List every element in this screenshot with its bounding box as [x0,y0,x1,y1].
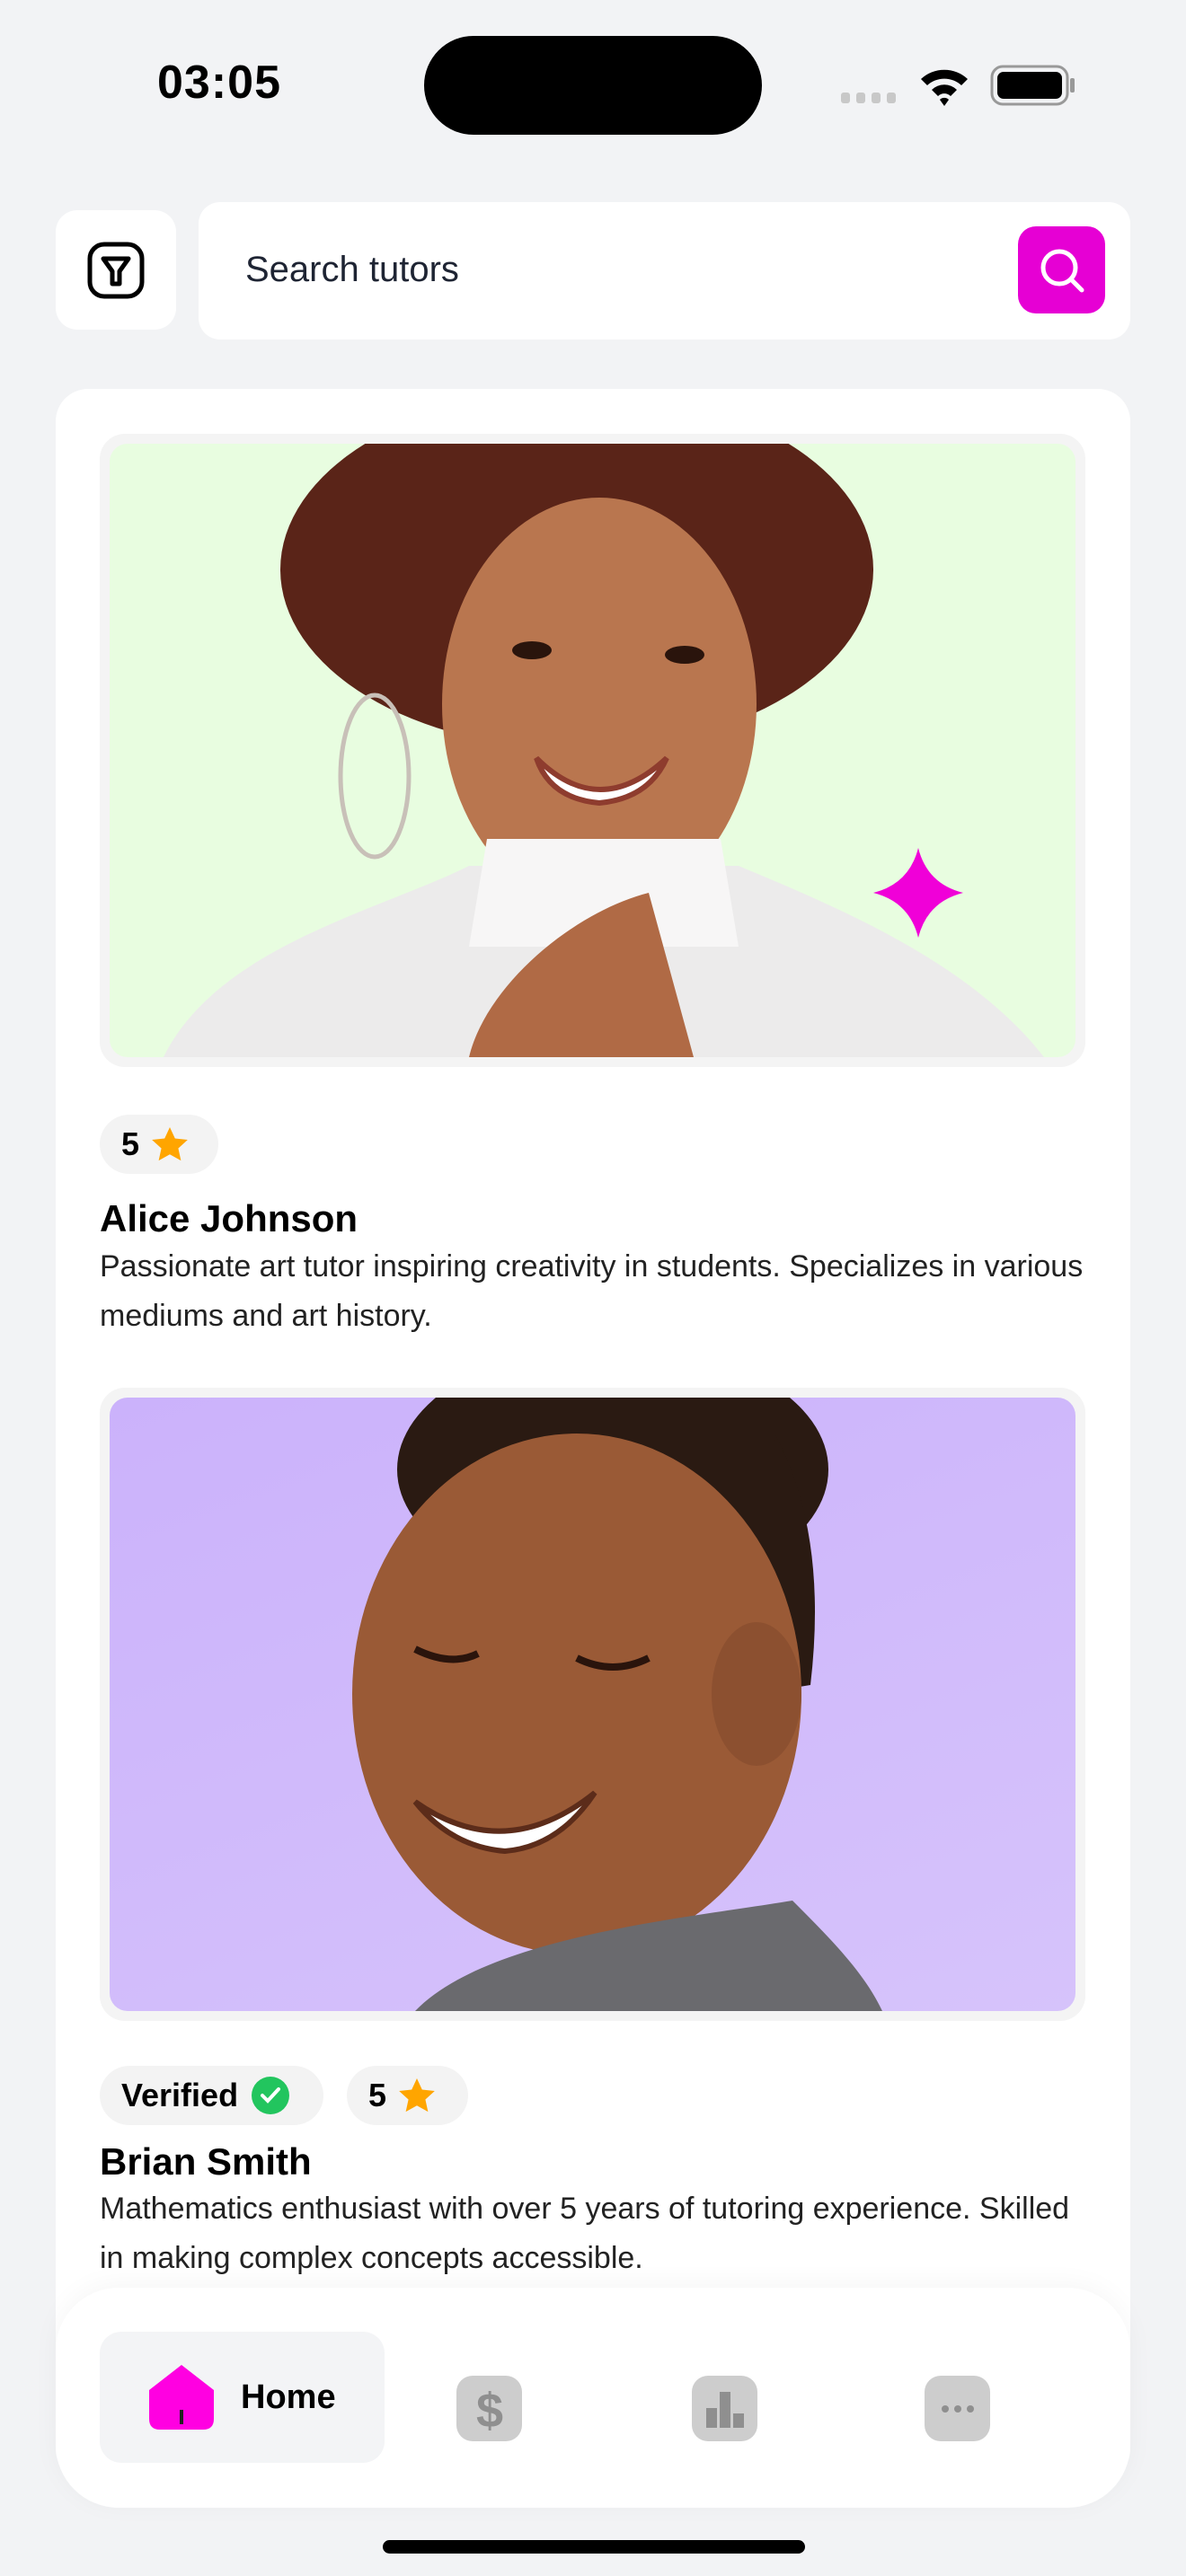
status-time: 03:05 [157,57,281,109]
cellular-signal-icon [841,93,896,103]
home-indicator [383,2540,805,2554]
search-button[interactable] [1018,226,1105,313]
rating-badge: 5 [100,1115,218,1174]
star-icon [152,1127,188,1161]
tutor-description: Mathematics enthusiast with over 5 years… [100,2192,1070,2275]
verified-badge: Verified [100,2066,323,2125]
rating-badge: 5 [347,2066,468,2125]
rating-value: 5 [121,1125,140,1162]
tutor-portrait-image [164,444,1044,1057]
battery-icon [990,65,1075,106]
nav-payments[interactable]: $ [456,2376,522,2441]
chart-icon [705,2391,744,2428]
dynamic-island [424,36,762,135]
tutor-photo-brian[interactable] [100,1388,1085,2021]
svg-text:$: $ [475,2384,502,2434]
nav-home[interactable]: Home [100,2332,385,2463]
search-input[interactable] [245,238,964,301]
tutor-description: Passionate art tutor inspiring creativit… [100,1249,1084,1333]
filter-button[interactable] [56,210,176,330]
tutor-name[interactable]: Brian Smith [100,2140,312,2183]
nav-more[interactable] [925,2376,990,2441]
tutor-name[interactable]: Alice Johnson [100,1197,358,1240]
search-bar [199,202,1130,340]
verified-label: Verified [121,2077,239,2113]
bottom-nav: Home $ [56,2288,1130,2508]
star-icon [399,2078,435,2113]
more-icon [941,2404,974,2413]
search-icon [1040,249,1084,292]
wifi-icon [921,69,968,106]
tutor-photo-alice[interactable] [100,434,1085,1067]
check-circle-icon [252,2077,290,2114]
nav-home-label: Home [241,2378,336,2416]
rating-value: 5 [368,2077,387,2113]
tutor-portrait-image [352,1398,882,2011]
nav-stats[interactable] [692,2376,757,2441]
filter-icon [87,242,145,298]
home-icon [149,2365,214,2430]
dollar-icon: $ [475,2384,502,2434]
tutor-list: 5 Alice Johnson Passionate art tutor ins… [56,389,1130,2482]
